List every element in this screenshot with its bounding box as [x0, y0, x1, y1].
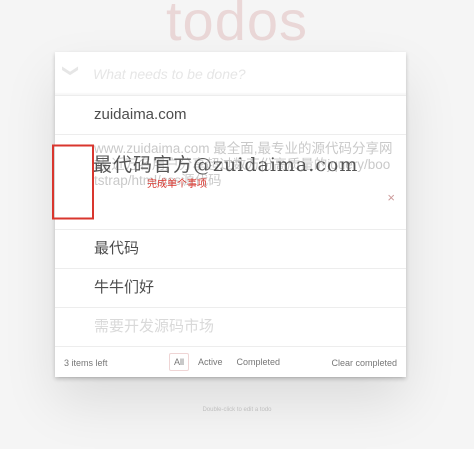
watermark-text: 最代码官方@zuidaima.com: [93, 154, 359, 176]
todo-footer: 3 items left All Active Completed Clear …: [55, 347, 406, 377]
new-todo-input[interactable]: [93, 52, 398, 96]
items-left-count: 3 items left: [64, 358, 108, 368]
todo-app: ❯ zuidaima.com www.zuidaima.com 最全面,最专业的…: [52, 52, 406, 377]
complete-hint-label: 完成单个事项: [147, 179, 207, 190]
info-footnote: Double-click to edit a todo: [202, 407, 272, 413]
toggle-all-chevron-icon[interactable]: ❯: [62, 64, 79, 78]
clear-completed-button[interactable]: Clear completed: [331, 358, 397, 368]
todo-item[interactable]: 最代码: [55, 230, 406, 269]
todo-label[interactable]: 牛牛们好: [55, 269, 406, 307]
todo-label[interactable]: 需要开发源码市场: [55, 308, 406, 346]
todo-item[interactable]: zuidaima.com: [55, 96, 406, 135]
todo-header: ❯: [55, 52, 406, 96]
filter-all[interactable]: All: [169, 353, 190, 371]
todo-list: zuidaima.com www.zuidaima.com 最全面,最专业的源代…: [52, 96, 406, 347]
filter-active[interactable]: Active: [193, 353, 228, 371]
todo-item[interactable]: 牛牛们好: [55, 269, 406, 308]
destroy-icon[interactable]: ×: [387, 191, 395, 204]
todo-label[interactable]: zuidaima.com: [55, 96, 406, 134]
filter-list: All Active Completed: [169, 353, 285, 371]
complete-checkbox-highlight[interactable]: [52, 144, 94, 220]
todo-label[interactable]: 最代码: [55, 230, 406, 268]
todo-item-completed[interactable]: 需要开发源码市场: [55, 308, 406, 347]
filter-completed[interactable]: Completed: [232, 353, 286, 371]
app-title: todos: [166, 0, 308, 52]
